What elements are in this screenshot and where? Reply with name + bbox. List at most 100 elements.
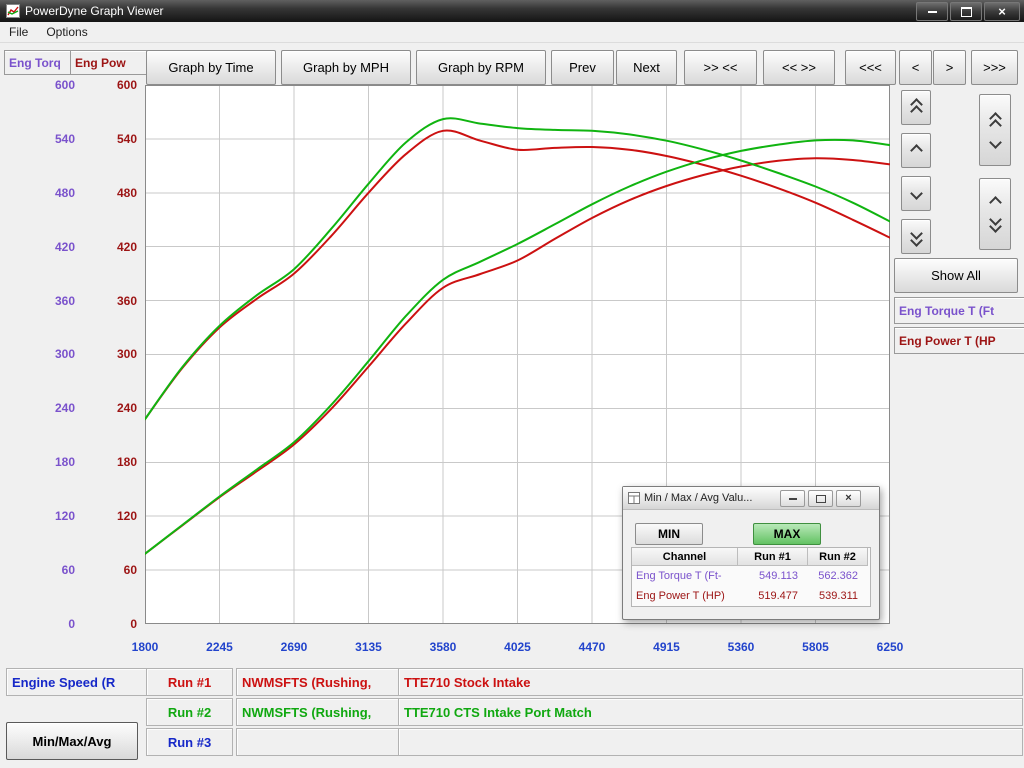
minmax-table: Channel Run #1 Run #2 Eng Torque T (Ft- … bbox=[631, 547, 871, 607]
y-tick-label: 240 bbox=[93, 401, 137, 415]
minmax-minimize-button[interactable] bbox=[780, 490, 805, 507]
show-all-button[interactable]: Show All bbox=[894, 258, 1018, 293]
y-zoom-in-fast-button[interactable] bbox=[901, 90, 931, 125]
menu-file[interactable]: File bbox=[0, 23, 37, 41]
y-tick-label: 240 bbox=[29, 401, 75, 415]
y-tick-label: 540 bbox=[29, 132, 75, 146]
run2-label: Run #2 bbox=[146, 698, 233, 726]
y-tick-label: 480 bbox=[93, 186, 137, 200]
window-controls: × bbox=[916, 2, 1020, 21]
right-scale-expand-button[interactable] bbox=[979, 94, 1011, 166]
y-tick-label: 480 bbox=[29, 186, 75, 200]
app-icon bbox=[6, 4, 20, 18]
restore-icon bbox=[816, 495, 826, 503]
tab-eng-torque[interactable]: Eng Torq bbox=[4, 50, 76, 75]
y-tick-label: 60 bbox=[93, 563, 137, 577]
table-row-torque: Eng Torque T (Ft- 549.113 562.362 bbox=[632, 566, 870, 586]
minimize-icon bbox=[928, 11, 937, 13]
minmax-table-header: Channel Run #1 Run #2 bbox=[632, 548, 870, 566]
chevron-up-icon bbox=[989, 196, 1002, 209]
y-tick-label: 360 bbox=[93, 294, 137, 308]
channel-label-torque[interactable]: Eng Torque T (Ft bbox=[894, 297, 1024, 324]
powerdyne-window: PowerDyne Graph Viewer × File Options En… bbox=[0, 0, 1024, 768]
run1-label: Run #1 bbox=[146, 668, 233, 696]
expand-x-button[interactable]: << >> bbox=[763, 50, 835, 85]
next-button[interactable]: Next bbox=[616, 50, 677, 85]
window-title: PowerDyne Graph Viewer bbox=[25, 4, 164, 18]
run3-description bbox=[398, 728, 1023, 756]
row-channel: Eng Power T (HP) bbox=[632, 590, 738, 602]
header-channel[interactable]: Channel bbox=[632, 548, 738, 566]
minmaxavg-button[interactable]: Min/Max/Avg bbox=[6, 722, 138, 760]
run1-source: NWMSFTS (Rushing, bbox=[236, 668, 399, 696]
y-zoom-out-fast-button[interactable] bbox=[901, 219, 931, 254]
chevron-down-icon bbox=[989, 136, 1002, 149]
row-run1-value: 519.477 bbox=[738, 590, 808, 602]
scroll-far-left-button[interactable]: <<< bbox=[845, 50, 896, 85]
y-tick-label: 0 bbox=[93, 617, 137, 631]
row-run2-value: 539.311 bbox=[808, 590, 868, 602]
x-tick-label: 1800 bbox=[122, 640, 168, 654]
prev-button[interactable]: Prev bbox=[551, 50, 614, 85]
chevron-up-icon bbox=[910, 144, 923, 157]
y-tick-label: 0 bbox=[29, 617, 75, 631]
y-scroll-up-button[interactable] bbox=[901, 133, 931, 168]
scroll-left-button[interactable]: < bbox=[899, 50, 932, 85]
run2-source: NWMSFTS (Rushing, bbox=[236, 698, 399, 726]
minmax-titlebar[interactable]: Min / Max / Avg Valu... × bbox=[623, 487, 879, 510]
x-tick-label: 2690 bbox=[271, 640, 317, 654]
y-scroll-down-button[interactable] bbox=[901, 176, 931, 211]
minimize-icon bbox=[789, 498, 797, 500]
minmax-window-controls: × bbox=[780, 490, 861, 507]
x-tick-label: 2245 bbox=[197, 640, 243, 654]
y-tick-label: 180 bbox=[93, 455, 137, 469]
scroll-right-button[interactable]: > bbox=[933, 50, 966, 85]
tab-eng-power[interactable]: Eng Pow bbox=[70, 50, 150, 75]
header-run1[interactable]: Run #1 bbox=[738, 548, 808, 566]
run2-description: TTE710 CTS Intake Port Match bbox=[398, 698, 1023, 726]
run3-label: Run #3 bbox=[146, 728, 233, 756]
y-axis-torque: 600540480420360300240180120600 bbox=[29, 78, 75, 631]
x-tick-label: 3135 bbox=[346, 640, 392, 654]
y-tick-label: 300 bbox=[29, 347, 75, 361]
y-tick-label: 540 bbox=[93, 132, 137, 146]
x-tick-label: 4915 bbox=[644, 640, 690, 654]
y-tick-label: 600 bbox=[29, 78, 75, 92]
x-axis-title: Engine Speed (R bbox=[6, 668, 147, 696]
y-tick-label: 420 bbox=[93, 240, 137, 254]
run1-description: TTE710 Stock Intake bbox=[398, 668, 1023, 696]
x-axis-labels: 1800224526903135358040254470491553605805… bbox=[122, 640, 913, 654]
graph-by-time-button[interactable]: Graph by Time bbox=[146, 50, 276, 85]
x-tick-label: 4025 bbox=[495, 640, 541, 654]
x-tick-label: 3580 bbox=[420, 640, 466, 654]
maximize-button[interactable] bbox=[950, 2, 982, 21]
x-tick-label: 6250 bbox=[867, 640, 913, 654]
close-button[interactable]: × bbox=[984, 2, 1020, 21]
minmax-window-title: Min / Max / Avg Valu... bbox=[644, 492, 752, 504]
minmax-close-button[interactable]: × bbox=[836, 490, 861, 507]
right-scale-compress-button[interactable] bbox=[979, 178, 1011, 250]
minmax-window-icon bbox=[628, 492, 640, 504]
y-tick-label: 300 bbox=[93, 347, 137, 361]
header-run2[interactable]: Run #2 bbox=[808, 548, 868, 566]
run3-source bbox=[236, 728, 399, 756]
minimize-button[interactable] bbox=[916, 2, 948, 21]
menu-options[interactable]: Options bbox=[37, 23, 96, 41]
graph-by-rpm-button[interactable]: Graph by RPM bbox=[416, 50, 546, 85]
minmax-restore-button[interactable] bbox=[808, 490, 833, 507]
minmax-window: Min / Max / Avg Valu... × MIN MAX Channe… bbox=[622, 486, 880, 620]
close-icon: × bbox=[998, 5, 1006, 18]
y-axis-power: 600540480420360300240180120600 bbox=[93, 78, 137, 631]
graph-by-mph-button[interactable]: Graph by MPH bbox=[281, 50, 411, 85]
scroll-far-right-button[interactable]: >>> bbox=[971, 50, 1018, 85]
max-button[interactable]: MAX bbox=[753, 523, 821, 545]
min-button[interactable]: MIN bbox=[635, 523, 703, 545]
row-channel: Eng Torque T (Ft- bbox=[632, 570, 738, 582]
channel-label-power[interactable]: Eng Power T (HP bbox=[894, 327, 1024, 354]
y-tick-label: 120 bbox=[29, 509, 75, 523]
compress-x-button[interactable]: >> << bbox=[684, 50, 757, 85]
y-tick-label: 360 bbox=[29, 294, 75, 308]
row-run2-value: 562.362 bbox=[808, 570, 868, 582]
row-run1-value: 549.113 bbox=[738, 570, 808, 582]
chevron-down-icon bbox=[910, 187, 923, 200]
